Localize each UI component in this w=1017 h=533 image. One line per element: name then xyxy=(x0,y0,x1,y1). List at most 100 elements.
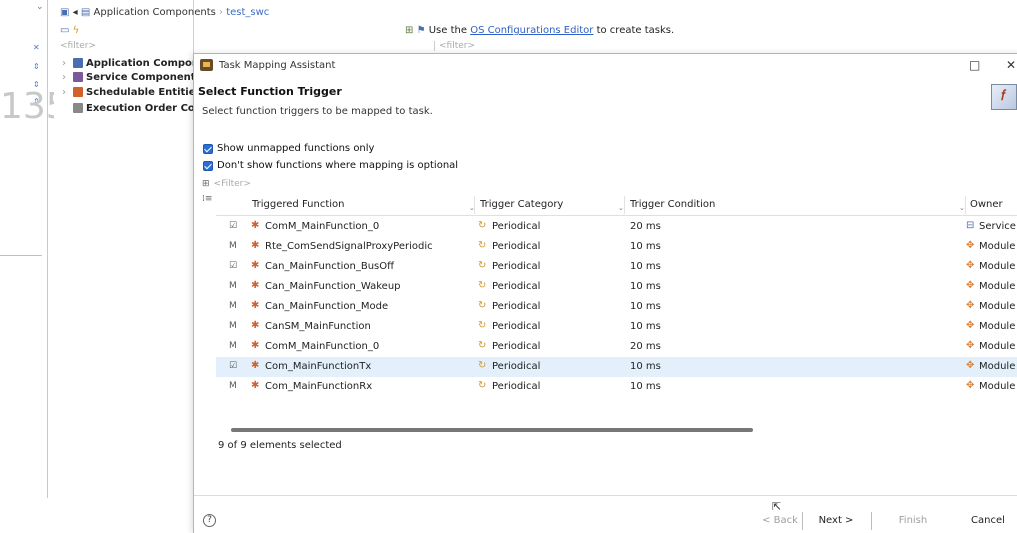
tree-item-label: Execution Order Con xyxy=(86,102,202,114)
restore-button[interactable]: □ xyxy=(969,58,980,72)
column-divider[interactable] xyxy=(965,196,966,214)
trigger-category-cell: Periodical xyxy=(492,221,541,232)
dialog-title-bar: Task Mapping Assistant □ ✕ xyxy=(194,54,1017,76)
trigger-condition-cell: 10 ms xyxy=(630,281,661,292)
periodical-icon: ↻ xyxy=(478,300,487,311)
collapse-icon[interactable]: ▭ xyxy=(60,25,69,36)
tree-filter-input[interactable]: <filter> xyxy=(60,41,96,51)
periodical-icon: ↻ xyxy=(478,340,487,351)
show-unmapped-checkbox[interactable]: Show unmapped functions only xyxy=(203,143,374,154)
function-icon: ✱ xyxy=(251,360,260,371)
table-row[interactable]: ☑ ✱ Can_MainFunction_BusOff ↻ Periodical 10 m… xyxy=(216,257,1017,277)
tree-item-service-components[interactable]: › Service Components xyxy=(62,70,201,84)
row-checkbox[interactable]: M xyxy=(229,382,238,391)
tree-item-execution-order[interactable]: Execution Order Con xyxy=(62,101,202,115)
table-row[interactable]: ☑ ✱ ComM_MainFunction_0 ↻ Periodical 20 ms ⊟ Se… xyxy=(216,217,1017,237)
checkbox-checked-icon[interactable] xyxy=(203,160,213,171)
row-checkbox[interactable]: M xyxy=(229,242,238,251)
components-icon: ▤ xyxy=(80,7,91,18)
triggered-function-cell: Rte_ComSendSignalProxyPeriodic xyxy=(265,241,433,252)
owner-cell: Module xyxy=(979,341,1016,352)
help-icon[interactable]: ? xyxy=(203,514,216,527)
table-row[interactable]: M ✱ Rte_ComSendSignalProxyPeriodic ↻ Periodi… xyxy=(216,237,1017,257)
breadcrumb-leaf[interactable]: test_swc xyxy=(226,7,269,18)
module-icon: ✥ xyxy=(966,240,975,251)
tree-item-application-components[interactable]: › Application Compon xyxy=(62,56,199,70)
module-icon: ✥ xyxy=(966,300,975,311)
table-row[interactable]: M ✱ ComM_MainFunction_0 ↻ Periodical 20 ms ✥ Mo… xyxy=(216,337,1017,357)
hide-optional-checkbox[interactable]: Don't show functions where mapping is op… xyxy=(203,160,458,171)
chevron-down-icon[interactable]: ⌄ xyxy=(36,2,44,12)
assistant-icon xyxy=(200,59,213,71)
horizontal-scrollbar[interactable] xyxy=(231,428,753,432)
expand-icon[interactable]: › xyxy=(62,87,70,98)
editor-toolbar: ▭ ϟ xyxy=(60,25,79,36)
filter-icon[interactable]: ⊞ xyxy=(202,179,210,189)
close-button[interactable]: ✕ xyxy=(1006,58,1016,72)
breadcrumb-root[interactable]: Application Components xyxy=(94,7,216,18)
periodical-icon: ↻ xyxy=(478,380,487,391)
service-component-icon xyxy=(73,72,83,82)
row-checkbox[interactable]: ☑ xyxy=(229,362,238,371)
table-row[interactable]: M ✱ Com_MainFunctionRx ↻ Periodical 10 ms ✥ Mod… xyxy=(216,377,1017,397)
trigger-condition-cell: 10 ms xyxy=(630,381,661,392)
lightning-icon[interactable]: ϟ xyxy=(73,25,80,36)
back-button[interactable]: < Back xyxy=(750,512,810,530)
periodical-icon: ↻ xyxy=(478,320,487,331)
column-divider[interactable] xyxy=(474,196,475,214)
triggered-function-cell: ComM_MainFunction_0 xyxy=(265,221,380,232)
divider xyxy=(0,255,42,256)
periodical-icon: ↻ xyxy=(478,260,487,271)
column-header-triggered-function[interactable]: Triggered Function xyxy=(252,199,344,210)
table-filter[interactable]: ⊞ <Filter> xyxy=(202,179,251,189)
editor-icon: ▣ xyxy=(60,7,70,18)
trigger-category-cell: Periodical xyxy=(492,321,541,332)
sort-icon[interactable]: ⌄ xyxy=(959,204,965,212)
owner-cell: Module xyxy=(979,381,1016,392)
checkbox-checked-icon[interactable] xyxy=(203,143,213,154)
finish-button[interactable]: Finish xyxy=(884,512,942,530)
checkbox-label: Show unmapped functions only xyxy=(217,143,375,154)
os-config-editor-link[interactable]: OS Configurations Editor xyxy=(470,25,593,36)
column-header-trigger-category[interactable]: Trigger Category xyxy=(480,199,563,210)
row-checkbox[interactable]: M xyxy=(229,342,238,351)
row-checkbox[interactable]: ☑ xyxy=(229,222,238,231)
owner-cell: Module xyxy=(979,321,1016,332)
arrow-icon: ⇕ xyxy=(33,62,40,71)
row-checkbox[interactable]: M xyxy=(229,282,238,291)
table-row[interactable]: M ✱ Can_MainFunction_Wakeup ↻ Periodical 10 m… xyxy=(216,277,1017,297)
column-header-trigger-condition[interactable]: Trigger Condition xyxy=(630,199,715,210)
expand-icon[interactable]: › xyxy=(62,58,70,69)
periodical-icon: ↻ xyxy=(478,220,487,231)
row-checkbox[interactable]: ☑ xyxy=(229,262,238,271)
periodical-icon: ↻ xyxy=(478,360,487,371)
trigger-category-cell: Periodical xyxy=(492,301,541,312)
column-header-owner[interactable]: Owner xyxy=(970,199,1003,210)
sort-icon[interactable]: ⌄ xyxy=(618,204,624,212)
trigger-condition-cell: 10 ms xyxy=(630,361,661,372)
back-arrow-icon[interactable]: ◂ xyxy=(73,7,78,18)
trigger-category-cell: Periodical xyxy=(492,341,541,352)
row-checkbox[interactable]: M xyxy=(229,302,238,311)
table-row[interactable]: ☑ ✱ Com_MainFunctionTx ↻ Periodical 10 ms ✥ Mod… xyxy=(216,357,1017,377)
row-checkbox[interactable]: M xyxy=(229,322,238,331)
task-icon: ⚑ xyxy=(416,25,426,36)
expand-icon[interactable]: › xyxy=(62,72,70,83)
column-settings-icon[interactable]: ⁞≡ xyxy=(202,194,212,204)
selection-count: 9 of 9 elements selected xyxy=(218,440,342,451)
column-divider[interactable] xyxy=(624,196,625,214)
trigger-category-cell: Periodical xyxy=(492,241,541,252)
tree-item-schedulable-entities[interactable]: › Schedulable Entities xyxy=(62,85,201,99)
function-icon: ✱ xyxy=(251,300,260,311)
task-mapping-dialog: Task Mapping Assistant □ ✕ Select Functi… xyxy=(193,53,1017,533)
right-filter-input[interactable]: <filter> xyxy=(434,41,475,51)
function-icon: ✱ xyxy=(251,340,260,351)
cancel-button[interactable]: Cancel xyxy=(958,512,1017,530)
module-icon: ✥ xyxy=(966,360,975,371)
periodical-icon: ↻ xyxy=(478,280,487,291)
table-row[interactable]: M ✱ CanSM_MainFunction ↻ Periodical 10 ms ✥ Mod… xyxy=(216,317,1017,337)
periodical-icon: ↻ xyxy=(478,240,487,251)
table-row[interactable]: M ✱ Can_MainFunction_Mode ↻ Periodical 10 ms ✥… xyxy=(216,297,1017,317)
next-button[interactable]: Next > xyxy=(808,512,864,530)
table-filter-input[interactable]: <Filter> xyxy=(214,179,251,189)
